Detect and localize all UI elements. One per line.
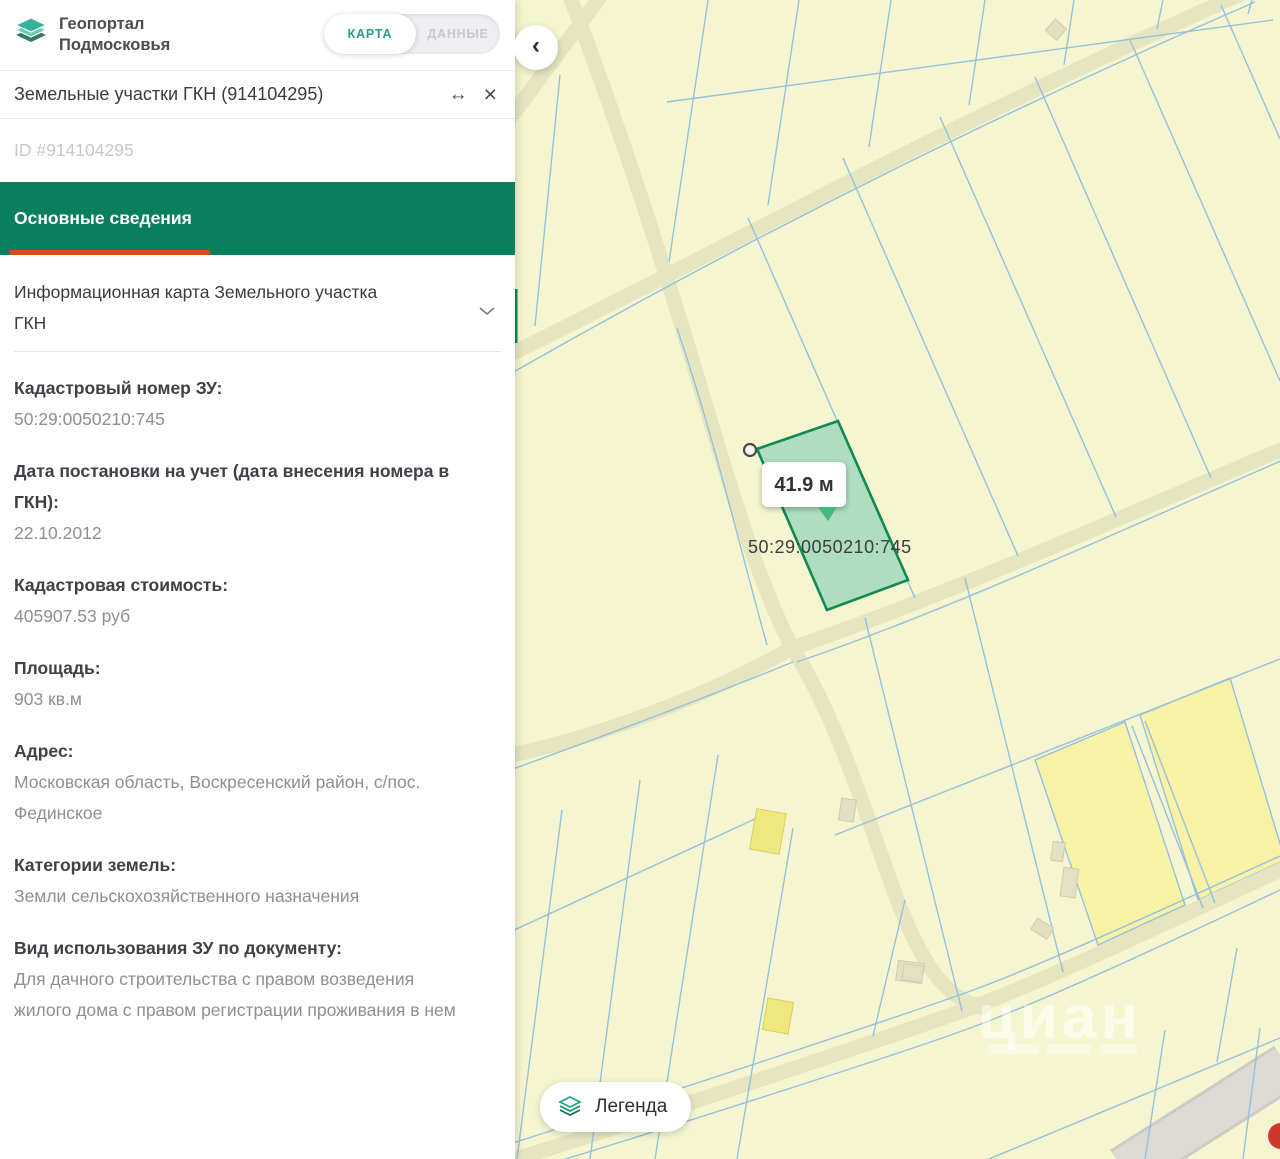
layers-logo-icon (13, 16, 49, 55)
watermark: циан (978, 983, 1142, 1055)
field-land-category: Категории земель: Земли сельскохозяйстве… (14, 850, 491, 912)
legend-button[interactable]: Легенда (540, 1082, 691, 1132)
field-label: Площадь: (14, 653, 491, 684)
field-cadastral-number: Кадастровый номер ЗУ: 50:29:0050210:745 (14, 373, 491, 435)
field-label: Категории земель: (14, 850, 491, 881)
legend-label: Легенда (595, 1096, 667, 1118)
collapse-sidebar-button[interactable]: ‹ (515, 25, 558, 70)
card-title: Информационная карта Земельного участка … (14, 277, 382, 339)
field-value: 50:29:0050210:745 (14, 404, 480, 435)
vertex-marker[interactable] (744, 444, 756, 456)
field-value: Для дачного строительства с правом возве… (14, 964, 466, 1026)
field-value: 405907.53 руб (14, 601, 480, 632)
map-canvas[interactable]: 50:29:0050210:745 41.9 м циан (515, 0, 1280, 1159)
field-label: Вид использования ЗУ по документу: (14, 933, 491, 964)
field-value: Московская область, Воскресенский район,… (14, 767, 444, 829)
panel-title: Земельные участки ГКН (914104295) (14, 84, 433, 105)
tooltip-text: 41.9 м (774, 474, 833, 496)
card-header[interactable]: Информационная карта Земельного участка … (14, 277, 501, 352)
layers-icon (558, 1096, 582, 1118)
field-value: Земли сельскохозяйственного назначения (14, 881, 480, 912)
geoportal-app: Геопортал Подмосковья КАРТА ДАННЫЕ Земел… (0, 0, 1280, 1159)
section-main-info[interactable]: Основные сведения (0, 182, 515, 255)
field-area: Площадь: 903 кв.м (14, 653, 491, 715)
watermark-text: циан (978, 983, 1142, 1052)
fields-list: Кадастровый номер ЗУ: 50:29:0050210:745 … (0, 352, 515, 1026)
section-accent-bar (10, 250, 210, 255)
close-panel-icon[interactable]: × (484, 83, 497, 106)
chevron-left-icon: ‹ (532, 32, 540, 60)
tab-data[interactable]: ДАННЫЕ (416, 14, 500, 54)
map-container: 50:29:0050210:745 41.9 м циан ‹ (515, 0, 1280, 1159)
sidebar-header: Геопортал Подмосковья КАРТА ДАННЫЕ (0, 0, 515, 71)
field-label: Кадастровый номер ЗУ: (14, 373, 491, 404)
parcel-label: 50:29:0050210:745 (748, 537, 912, 557)
yellow-building (762, 998, 793, 1034)
field-address: Адрес: Московская область, Воскресенский… (14, 736, 491, 829)
tab-map[interactable]: КАРТА (324, 14, 416, 54)
field-label: Кадастровая стоимость: (14, 570, 491, 601)
field-label: Адрес: (14, 736, 491, 767)
map-data-toggle: КАРТА ДАННЫЕ (324, 14, 500, 54)
field-registration-date: Дата постановки на учет (дата внесения н… (14, 456, 491, 549)
field-value: 22.10.2012 (14, 518, 480, 549)
info-sidebar: Геопортал Подмосковья КАРТА ДАННЫЕ Земел… (0, 0, 515, 1159)
app-title: Геопортал Подмосковья (59, 14, 170, 56)
chevron-down-icon[interactable] (479, 303, 495, 321)
section-title: Основные сведения (14, 208, 192, 229)
field-label: Дата постановки на учет (дата внесения н… (14, 456, 491, 518)
expand-panel-icon[interactable]: ↔ (449, 85, 468, 104)
object-id: ID #914104295 (0, 119, 515, 182)
field-cadastral-cost: Кадастровая стоимость: 405907.53 руб (14, 570, 491, 632)
field-permitted-use: Вид использования ЗУ по документу: Для д… (14, 933, 491, 1026)
field-value: 903 кв.м (14, 684, 480, 715)
panel-titlebar: Земельные участки ГКН (914104295) ↔ × (0, 71, 515, 119)
yellow-building (750, 809, 787, 855)
